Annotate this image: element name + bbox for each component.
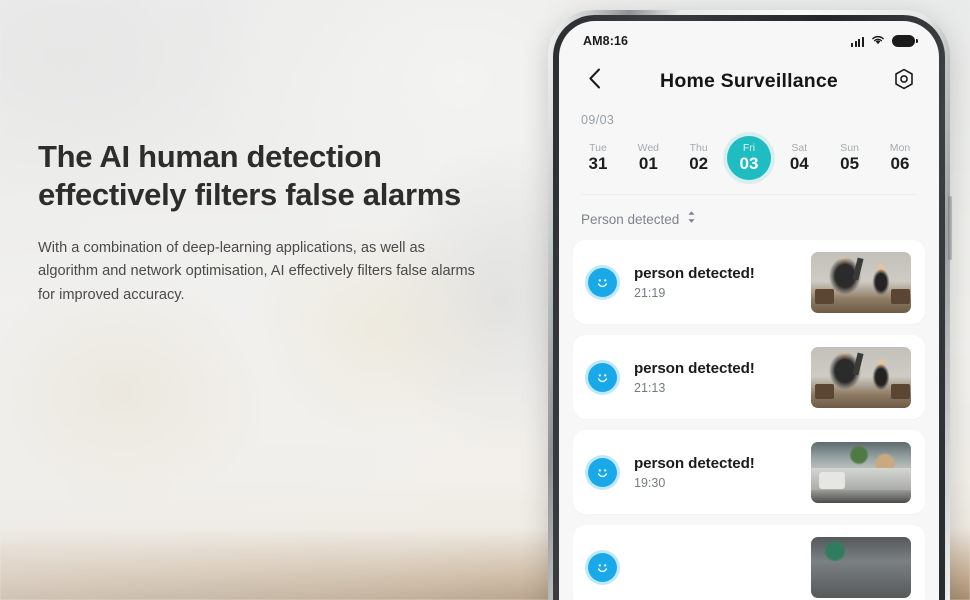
settings-button[interactable] bbox=[889, 66, 919, 96]
date-dow-label: Fri bbox=[742, 142, 756, 155]
date-number-label: 05 bbox=[840, 153, 860, 173]
event-filter-dropdown[interactable]: Person detected bbox=[559, 195, 939, 229]
event-title: person detected! bbox=[634, 264, 755, 282]
date-cell-wed-01[interactable]: Wed 01 bbox=[626, 136, 670, 180]
phone-power-button[interactable] bbox=[948, 196, 952, 260]
phone-screen: AM8:16 Home Surveillance 09/03 Tue 31 We… bbox=[559, 21, 939, 600]
event-card[interactable]: person detected! 19:30 bbox=[573, 430, 925, 514]
event-thumbnail[interactable] bbox=[811, 441, 911, 503]
chevron-left-icon bbox=[588, 68, 601, 94]
event-card[interactable]: person detected! 21:19 bbox=[573, 240, 925, 324]
event-card[interactable] bbox=[573, 525, 925, 600]
date-dow-label: Sat bbox=[791, 142, 808, 155]
date-number-label: 02 bbox=[689, 153, 709, 173]
battery-full-icon bbox=[892, 35, 918, 47]
event-thumbnail[interactable] bbox=[811, 346, 911, 408]
date-number-label: 31 bbox=[588, 153, 608, 173]
status-bar-icons bbox=[851, 32, 918, 50]
event-thumbnail[interactable] bbox=[811, 251, 911, 313]
event-time: 19:30 bbox=[634, 475, 666, 490]
smiley-face-icon bbox=[588, 552, 617, 582]
status-bar-time: AM8:16 bbox=[583, 34, 629, 48]
phone-mockup: AM8:16 Home Surveillance 09/03 Tue 31 We… bbox=[548, 10, 952, 600]
date-dow-label: Mon bbox=[889, 142, 911, 155]
event-text-block: person detected! 21:19 bbox=[634, 265, 811, 300]
marketing-headline: The AI human detection effectively filte… bbox=[38, 139, 461, 212]
app-header: Home Surveillance bbox=[559, 55, 939, 107]
event-time: 21:13 bbox=[634, 380, 666, 395]
date-dow-label: Sun bbox=[840, 142, 859, 155]
marketing-copy: The AI human detection effectively filte… bbox=[38, 138, 508, 308]
event-text-block: person detected! 21:13 bbox=[634, 360, 811, 395]
date-month-label: 09/03 bbox=[581, 113, 615, 127]
event-list: person detected! 21:19 person detected! … bbox=[559, 240, 939, 600]
event-title: person detected! bbox=[634, 454, 755, 472]
event-text-block bbox=[634, 565, 811, 569]
date-cell-fri-03-selected[interactable]: Fri 03 bbox=[726, 136, 771, 180]
date-dow-label: Thu bbox=[689, 142, 708, 155]
event-filter-label: Person detected bbox=[581, 212, 680, 227]
date-number-label: 01 bbox=[638, 153, 658, 173]
gear-hexagon-icon bbox=[892, 67, 916, 96]
status-bar: AM8:16 bbox=[559, 21, 939, 55]
date-cell-thu-02[interactable]: Thu 02 bbox=[677, 136, 721, 180]
date-selector: Tue 31 Wed 01 Thu 02 Fri 03 Sat 04 Sun 0… bbox=[559, 127, 939, 180]
event-title: person detected! bbox=[634, 359, 755, 377]
cellular-signal-icon bbox=[851, 36, 864, 47]
smiley-face-icon bbox=[588, 362, 617, 392]
page-title: Home Surveillance bbox=[660, 69, 838, 92]
date-cell-sat-04[interactable]: Sat 04 bbox=[777, 136, 821, 180]
date-cell-mon-06[interactable]: Mon 06 bbox=[878, 136, 922, 180]
smiley-face-icon bbox=[588, 457, 617, 487]
event-time: 21:19 bbox=[634, 285, 666, 300]
date-number-label: 06 bbox=[890, 153, 910, 173]
date-cell-sun-05[interactable]: Sun 05 bbox=[828, 136, 872, 180]
back-button[interactable] bbox=[579, 66, 609, 96]
marketing-body-text: With a combination of deep-learning appl… bbox=[38, 239, 475, 303]
sort-updown-icon bbox=[686, 210, 697, 229]
date-number-label: 04 bbox=[789, 153, 809, 173]
event-text-block: person detected! 19:30 bbox=[634, 455, 811, 490]
date-cell-tue-31[interactable]: Tue 31 bbox=[576, 136, 620, 180]
smiley-face-icon bbox=[588, 267, 617, 297]
event-thumbnail[interactable] bbox=[811, 536, 911, 598]
date-dow-label: Wed bbox=[637, 142, 660, 155]
wifi-icon bbox=[871, 32, 885, 50]
date-dow-label: Tue bbox=[589, 142, 607, 155]
event-card[interactable]: person detected! 21:13 bbox=[573, 335, 925, 419]
date-number-label: 03 bbox=[739, 153, 759, 173]
